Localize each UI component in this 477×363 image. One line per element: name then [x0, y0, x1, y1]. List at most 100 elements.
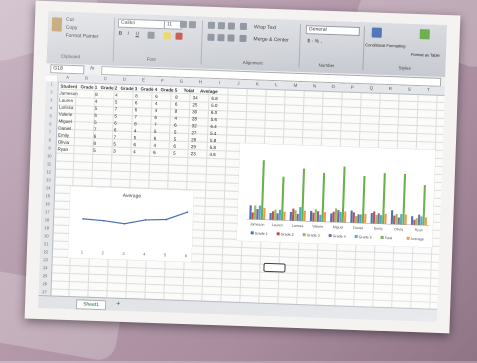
column-header-cell[interactable]: Grade 2: [99, 84, 119, 92]
row-header[interactable]: 1: [46, 81, 58, 86]
increase-font-icon[interactable]: [179, 20, 188, 28]
row-header[interactable]: 12: [43, 169, 55, 174]
cut-button[interactable]: Cut: [66, 17, 74, 23]
bold-icon[interactable]: B: [118, 31, 122, 37]
column-header[interactable]: Q: [362, 84, 381, 93]
row-header[interactable]: 4: [45, 105, 57, 110]
row-header[interactable]: 18: [41, 217, 53, 222]
bar: [392, 215, 396, 225]
column-header-cell[interactable]: Grade 5: [159, 86, 179, 94]
row-header[interactable]: 3: [45, 97, 57, 102]
format-as-table-icon[interactable]: [419, 29, 430, 40]
drag-handle[interactable]: [263, 262, 286, 273]
column-header[interactable]: T: [419, 86, 438, 95]
legend-swatch: [354, 234, 358, 239]
row-header[interactable]: 13: [42, 177, 54, 182]
fill-color-icon[interactable]: [163, 32, 171, 40]
column-header[interactable]: J: [229, 79, 248, 88]
column-header[interactable]: K: [248, 80, 267, 89]
align-left-icon[interactable]: [207, 33, 215, 41]
row-header[interactable]: 15: [42, 193, 54, 198]
italic-icon[interactable]: I: [127, 31, 129, 37]
row-header[interactable]: 19: [41, 225, 53, 230]
grades-bar-chart[interactable]: Jameson Lauren Larissa Valerie Miguel Daniel E…: [236, 142, 436, 248]
row-header[interactable]: 24: [39, 265, 51, 270]
row-header[interactable]: 25: [39, 273, 51, 278]
currency-buttons[interactable]: $ - % ,: [307, 38, 322, 45]
column-header[interactable]: E: [134, 76, 153, 85]
column-header-cell[interactable]: Grade 4: [139, 85, 159, 93]
font-name-select[interactable]: Calibri: [117, 18, 167, 30]
row-header[interactable]: 11: [43, 161, 55, 166]
column-header[interactable]: S: [400, 85, 419, 94]
borders-icon[interactable]: [147, 31, 155, 39]
grade-cell[interactable]: 5: [157, 149, 177, 157]
bar: [323, 212, 327, 222]
column-header[interactable]: B: [77, 74, 96, 83]
orientation-icon[interactable]: [239, 22, 248, 31]
align-right-icon[interactable]: [227, 34, 235, 42]
grade-cell[interactable]: 4: [117, 148, 137, 156]
student-name-cell[interactable]: Ryan: [56, 146, 76, 154]
add-sheet-button[interactable]: +: [116, 301, 120, 309]
align-top-icon[interactable]: [207, 21, 216, 29]
grade-cell[interactable]: 23: [177, 150, 197, 158]
column-header[interactable]: R: [381, 85, 400, 94]
row-header[interactable]: 20: [40, 233, 52, 238]
fx-icon[interactable]: fx: [90, 66, 94, 72]
merge-center-button[interactable]: Merge & Center: [253, 36, 288, 43]
row-header[interactable]: 17: [41, 209, 53, 214]
grade-cell[interactable]: 4.6: [197, 150, 217, 158]
copy-button[interactable]: Copy: [66, 25, 78, 31]
align-middle-icon[interactable]: [217, 22, 226, 30]
column-header-cell[interactable]: Average: [199, 87, 219, 95]
row-header[interactable]: 22: [40, 249, 52, 254]
wrap-text-button[interactable]: Wrap Text: [254, 24, 277, 31]
column-header[interactable]: O: [324, 83, 343, 92]
grade-cell[interactable]: 5: [77, 146, 97, 154]
conditional-formatting-icon[interactable]: [371, 27, 382, 38]
column-header[interactable]: L: [267, 81, 286, 90]
grades-table[interactable]: Student Grade 1 Grade 2 Grade 3 Grade 4 Grade…: [56, 83, 219, 159]
row-header[interactable]: 2: [45, 89, 57, 94]
column-header[interactable]: N: [305, 82, 324, 91]
row-header[interactable]: 16: [42, 201, 54, 206]
column-header[interactable]: F: [153, 77, 172, 86]
row-header[interactable]: 5: [45, 113, 57, 118]
indent-icon[interactable]: [239, 34, 247, 43]
align-center-icon[interactable]: [217, 34, 225, 42]
sheet-tab[interactable]: Sheet1: [75, 299, 107, 311]
row-header[interactable]: 9: [43, 145, 55, 150]
row-header[interactable]: 21: [40, 241, 52, 246]
grade-cell[interactable]: 3: [97, 147, 117, 155]
column-header[interactable]: D: [115, 75, 134, 84]
row-header[interactable]: 6: [44, 121, 56, 126]
average-line-chart[interactable]: Average1 2 3 4 5 6: [67, 185, 195, 263]
paste-icon[interactable]: [51, 17, 63, 32]
row-header[interactable]: 26: [39, 281, 51, 286]
column-header[interactable]: C: [96, 75, 115, 84]
decrease-font-icon[interactable]: [188, 21, 197, 29]
underline-icon[interactable]: U: [135, 31, 139, 37]
row-header[interactable]: 10: [43, 153, 55, 158]
row-header[interactable]: 14: [42, 185, 54, 190]
row-header[interactable]: 7: [44, 129, 56, 134]
format-as-table-button[interactable]: Format as Table: [411, 52, 440, 58]
number-format-select[interactable]: General: [305, 25, 360, 37]
column-header[interactable]: I: [210, 79, 229, 88]
format-painter-button[interactable]: Format Painter: [65, 33, 98, 40]
row-header[interactable]: 27: [38, 289, 50, 294]
conditional-formatting-button[interactable]: Conditional Formatting: [365, 42, 405, 48]
column-header-cell[interactable]: Grade 3: [119, 85, 139, 93]
column-header[interactable]: H: [191, 78, 210, 87]
column-header[interactable]: G: [172, 77, 191, 86]
row-header[interactable]: 23: [40, 257, 52, 262]
font-color-icon[interactable]: [175, 32, 183, 40]
column-header[interactable]: A: [58, 74, 77, 83]
column-header[interactable]: P: [343, 83, 362, 92]
align-bottom-icon[interactable]: [227, 22, 236, 30]
grade-cell[interactable]: 6: [137, 148, 157, 156]
column-header[interactable]: M: [286, 81, 305, 90]
row-header[interactable]: 8: [44, 137, 56, 142]
column-header-cell[interactable]: Grade 1: [79, 83, 99, 91]
